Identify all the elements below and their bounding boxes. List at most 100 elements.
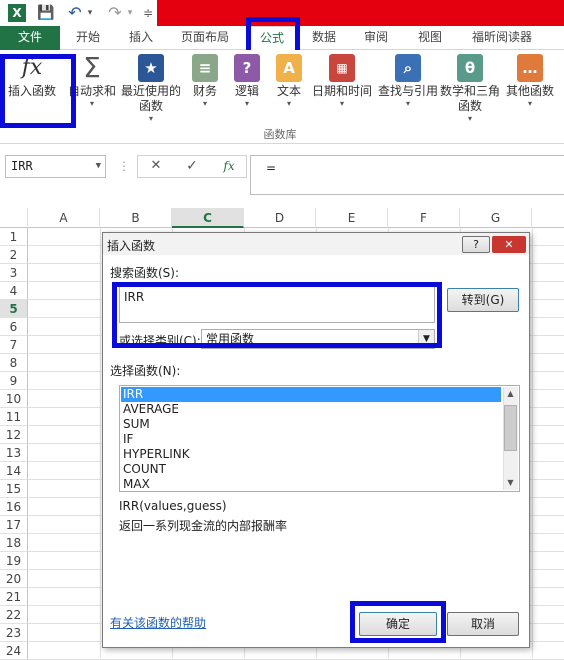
scroll-up-icon[interactable]: ▲ [504, 388, 517, 400]
column-header-b[interactable]: B [100, 208, 172, 228]
star-icon: ★ [138, 54, 164, 82]
row-header-12[interactable]: 12 [0, 426, 28, 444]
redo-icon[interactable]: ↷ [106, 3, 124, 23]
column-header-h[interactable] [532, 208, 564, 228]
row-header-11[interactable]: 11 [0, 408, 28, 426]
row-header-20[interactable]: 20 [0, 570, 28, 588]
row-header-17[interactable]: 17 [0, 516, 28, 534]
row-header-4[interactable]: 4 [0, 282, 28, 300]
customize-toolbar-icon[interactable]: ≑ [142, 3, 154, 23]
function-item-max[interactable]: MAX [121, 477, 501, 492]
row-header-8[interactable]: 8 [0, 354, 28, 372]
chevron-down-icon: ▾ [339, 99, 344, 108]
theta-icon: θ [457, 54, 483, 82]
row-header-7[interactable]: 7 [0, 336, 28, 354]
undo-icon[interactable]: ↶ [66, 3, 84, 23]
more-icon: … [517, 54, 543, 82]
logical-label: 逻辑 [234, 84, 259, 98]
function-item-hyperlink[interactable]: HYPERLINK [121, 447, 501, 462]
window-title-area [157, 0, 564, 26]
lookup-reference-button[interactable]: ⌕ 查找与引用 ▾ [376, 54, 440, 109]
row-header-14[interactable]: 14 [0, 462, 28, 480]
tab-page-layout[interactable]: 页面布局 [172, 26, 238, 50]
chevron-down-icon[interactable]: ▼ [96, 156, 101, 177]
column-header-c[interactable]: C [172, 208, 244, 228]
goto-button[interactable]: 转到(G) [447, 288, 519, 312]
tab-foxit-reader[interactable]: 福昕阅读器 [462, 26, 542, 50]
row-header-1[interactable]: 1 [0, 228, 28, 246]
function-item-average[interactable]: AVERAGE [121, 402, 501, 417]
math-trig-label: 数学和三角函数 [440, 84, 501, 113]
row-header-21[interactable]: 21 [0, 588, 28, 606]
function-item-irr[interactable]: IRR [121, 387, 501, 402]
column-header-a[interactable]: A [28, 208, 100, 228]
row-header-9[interactable]: 9 [0, 372, 28, 390]
select-all-corner[interactable] [0, 208, 28, 228]
redo-dropdown-icon[interactable]: ▾ [125, 3, 135, 23]
row-header-2[interactable]: 2 [0, 246, 28, 264]
row-header-5[interactable]: 5 [0, 300, 28, 318]
text-book-icon: A [276, 54, 302, 82]
financial-label: 财务 [192, 84, 217, 98]
text-label: 文本 [276, 84, 301, 98]
row-header-16[interactable]: 16 [0, 498, 28, 516]
function-item-sum[interactable]: SUM [121, 417, 501, 432]
row-header-15[interactable]: 15 [0, 480, 28, 498]
logical-button[interactable]: ? 逻辑 ▾ [230, 54, 264, 109]
help-icon[interactable]: ? [462, 236, 490, 253]
row-header-6[interactable]: 6 [0, 318, 28, 336]
date-time-button[interactable]: ▦ 日期和时间 ▾ [310, 54, 374, 109]
chevron-down-icon: ▾ [286, 99, 291, 108]
close-icon[interactable]: ✕ [492, 236, 526, 253]
cancel-icon[interactable]: ✕ [148, 157, 164, 175]
tab-view[interactable]: 视图 [408, 26, 452, 50]
tab-data[interactable]: 数据 [304, 26, 344, 50]
text-button[interactable]: A 文本 ▾ [272, 54, 306, 109]
tab-home[interactable]: 开始 [66, 26, 110, 50]
chevron-down-icon: ▾ [244, 99, 249, 108]
name-box-value: IRR [11, 159, 33, 173]
function-description: 返回一系列现金流的内部报酬率 [119, 519, 288, 533]
function-item-if[interactable]: IF [121, 432, 501, 447]
row-header-23[interactable]: 23 [0, 624, 28, 642]
row-header-19[interactable]: 19 [0, 552, 28, 570]
column-header-d[interactable]: D [244, 208, 316, 228]
column-header-g[interactable]: G [460, 208, 532, 228]
scroll-down-icon[interactable]: ▼ [504, 477, 517, 489]
function-help-link[interactable]: 有关该函数的帮助 [110, 614, 206, 631]
formula-input[interactable]: = [250, 155, 564, 195]
function-item-count[interactable]: COUNT [121, 462, 501, 477]
tab-insert[interactable]: 插入 [120, 26, 162, 50]
formula-bar-divider: ⋮ [118, 159, 130, 173]
lookup-reference-label: 查找与引用 [377, 84, 438, 98]
recently-used-button[interactable]: ★ 最近使用的函数 ▾ [119, 54, 183, 124]
row-header-3[interactable]: 3 [0, 264, 28, 282]
more-functions-button[interactable]: … 其他函数 ▾ [502, 54, 558, 109]
column-header-f[interactable]: F [388, 208, 460, 228]
save-icon[interactable]: 💾 [36, 3, 56, 23]
row-header-18[interactable]: 18 [0, 534, 28, 552]
tab-file[interactable]: 文件 [0, 26, 60, 50]
insert-function-fx-icon[interactable]: fx [218, 157, 240, 175]
financial-button[interactable]: ≡ 财务 ▾ [188, 54, 222, 109]
dialog-title: 插入函数 [107, 239, 156, 253]
row-header-24[interactable]: 24 [0, 642, 28, 660]
cancel-button[interactable]: 取消 [447, 612, 519, 636]
math-trig-button[interactable]: θ 数学和三角函数 ▾ [440, 54, 500, 124]
search-function-label: 搜索函数(S): [110, 266, 180, 280]
excel-logo-icon: X [8, 4, 26, 22]
scroll-thumb[interactable] [504, 405, 517, 451]
function-signature: IRR(values,guess) [119, 499, 227, 513]
undo-dropdown-icon[interactable]: ▾ [85, 3, 95, 23]
tab-review[interactable]: 审阅 [354, 26, 398, 50]
function-library-group-label: 函数库 [263, 128, 297, 141]
ok-button-highlight [350, 601, 446, 643]
sigma-icon: Σ [83, 51, 101, 84]
enter-icon[interactable]: ✓ [184, 157, 200, 175]
column-header-e[interactable]: E [316, 208, 388, 228]
row-header-10[interactable]: 10 [0, 390, 28, 408]
row-header-22[interactable]: 22 [0, 606, 28, 624]
row-header-13[interactable]: 13 [0, 444, 28, 462]
name-box[interactable]: IRR ▼ [5, 155, 106, 178]
chevron-down-icon: ▾ [202, 99, 207, 108]
